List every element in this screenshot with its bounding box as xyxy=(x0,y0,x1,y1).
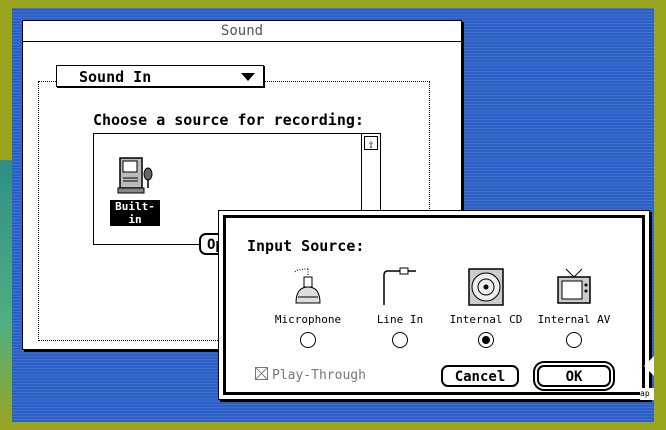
source-item-label: Built-in xyxy=(110,200,160,226)
recording-source-prompt: Choose a source for recording: xyxy=(93,111,364,129)
playthrough-label: Play-Through xyxy=(272,368,366,383)
source-option-internal-av[interactable]: Internal AV xyxy=(529,267,619,348)
radio-microphone[interactable] xyxy=(300,332,316,348)
ok-button[interactable]: OK xyxy=(537,365,611,387)
radio-internal-cd[interactable] xyxy=(478,332,494,348)
partial-desktop-label: ap xyxy=(640,388,654,400)
popup-label: Sound In xyxy=(79,68,152,86)
tv-icon xyxy=(557,268,591,304)
window-title: Sound xyxy=(220,23,264,39)
playthrough-checkbox[interactable]: Play-Through xyxy=(255,367,366,383)
scroll-up-arrow-icon[interactable]: ⇧ xyxy=(364,136,378,151)
radio-internal-av[interactable] xyxy=(566,332,582,348)
cancel-button[interactable]: Cancel xyxy=(441,365,519,387)
input-source-dialog: Input Source: Microphone Line In Interna… xyxy=(218,210,650,400)
source-option-microphone[interactable]: Microphone xyxy=(263,267,353,348)
source-label: Internal CD xyxy=(449,313,523,326)
sound-category-popup[interactable]: Sound In xyxy=(56,65,264,87)
radio-line-in[interactable] xyxy=(392,332,408,348)
source-option-internal-cd[interactable]: Internal CD xyxy=(441,267,531,348)
microphone-icon xyxy=(293,268,321,304)
cd-icon xyxy=(468,268,504,306)
window-title-bar[interactable]: Sound xyxy=(23,21,461,42)
microphone-computer-icon xyxy=(117,157,153,194)
source-label: Microphone xyxy=(274,313,342,326)
triangle-down-icon xyxy=(241,73,255,81)
line-in-jack-icon xyxy=(383,267,416,305)
source-label: Line In xyxy=(376,313,424,326)
desktop-arrow-icon xyxy=(644,356,654,376)
input-source-title: Input Source: xyxy=(247,237,365,255)
source-label: Internal AV xyxy=(537,313,611,326)
checkbox-icon xyxy=(255,367,268,380)
source-item-built-in[interactable]: Built-in xyxy=(110,154,160,227)
desktop: Sound Sound In Choose a source for recor… xyxy=(12,8,654,422)
source-option-line-in[interactable]: Line In xyxy=(355,267,445,348)
